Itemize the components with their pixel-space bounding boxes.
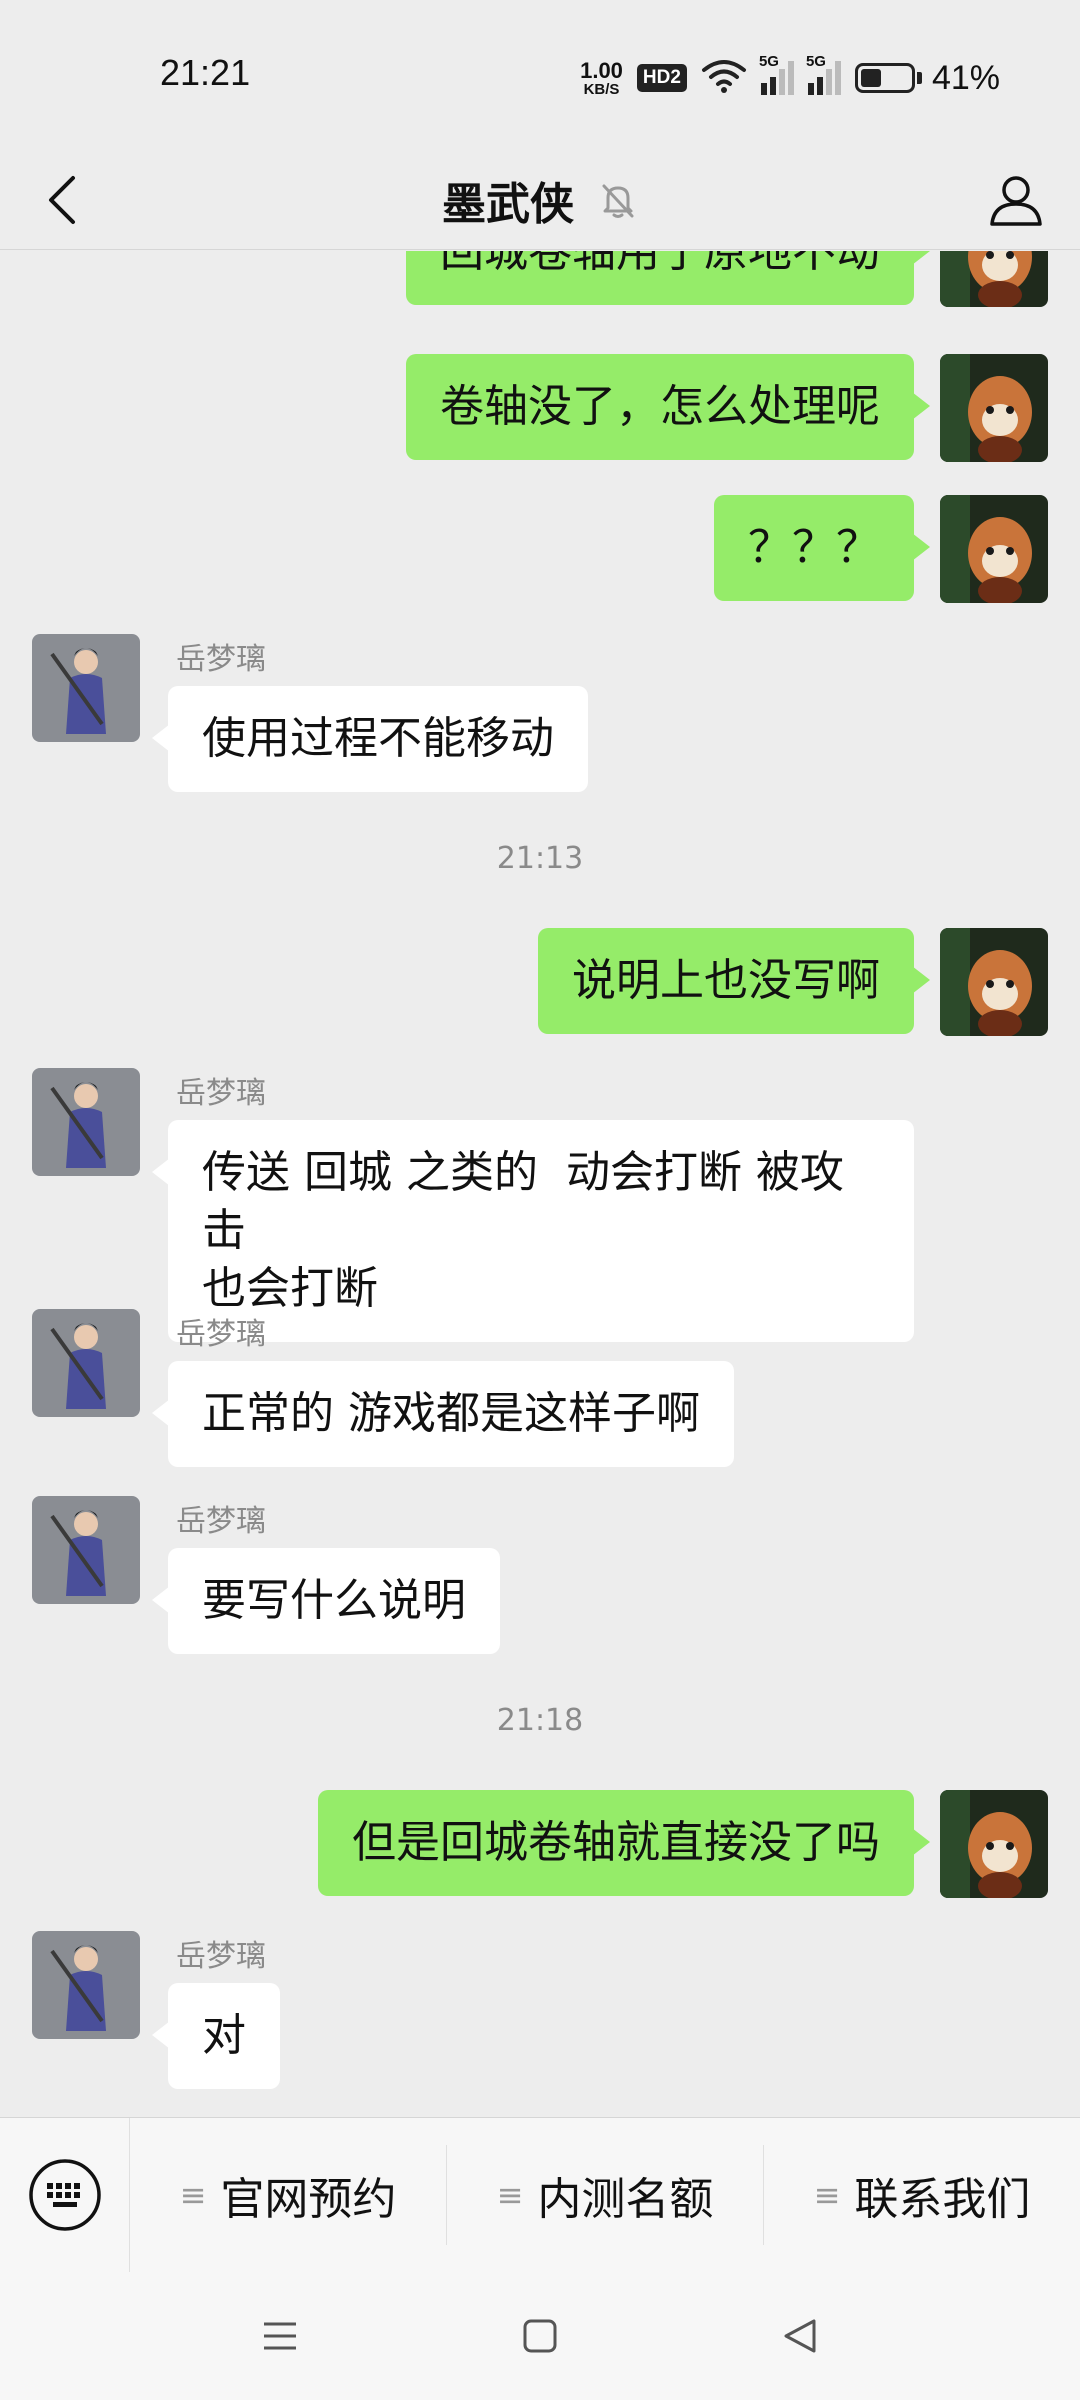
nav-back-icon[interactable] xyxy=(780,2316,820,2356)
menu-item-label: 官网预约 xyxy=(220,2174,397,2225)
chat-info-button[interactable] xyxy=(980,164,1052,236)
red-panda-avatar-image xyxy=(940,495,1048,603)
menu-item-label: 内测名额 xyxy=(537,2174,714,2225)
signal-icon-sim1: 5G xyxy=(759,53,794,95)
message-incoming: 岳梦璃 要写什么说明 xyxy=(32,1496,500,1654)
my-avatar[interactable] xyxy=(940,495,1048,603)
red-panda-avatar-image xyxy=(940,251,1048,307)
message-incoming: 岳梦璃 对 xyxy=(32,1931,280,2089)
menu-lines-icon: ≡ xyxy=(179,2176,207,2214)
my-avatar[interactable] xyxy=(940,1790,1048,1898)
system-navigation-bar xyxy=(0,2272,1080,2400)
message-list[interactable]: 回城卷轴用了原地不动 卷轴没了，怎么处理呢 ？？？ 岳梦璃 使用过程不能移动 2… xyxy=(0,251,1080,2117)
message-outgoing: 回城卷轴用了原地不动 xyxy=(406,251,1048,307)
incoming-content: 岳梦璃 传送 回城 之类的 动会打断 被攻击 也会打断 xyxy=(152,1068,914,1342)
sender-name: 岳梦璃 xyxy=(176,1317,266,1352)
warrior-avatar-image xyxy=(32,634,140,742)
network-speed-unit: KB/S xyxy=(583,80,620,98)
red-panda-avatar-image xyxy=(940,928,1048,1036)
status-time: 21:21 xyxy=(160,52,251,93)
menu-lines-icon: ≡ xyxy=(496,2176,524,2214)
contact-avatar[interactable] xyxy=(32,1309,140,1417)
message-bubble[interactable]: 使用过程不能移动 xyxy=(152,686,588,792)
contact-avatar[interactable] xyxy=(32,1068,140,1176)
message-bubble[interactable]: 正常的 游戏都是这样子啊 xyxy=(152,1361,734,1467)
status-icons: 1.00 KB/S HD2 5G 5G 41% xyxy=(580,53,1000,102)
profile-icon xyxy=(990,176,1042,226)
message-outgoing: ？？？ xyxy=(714,495,1048,603)
my-avatar[interactable] xyxy=(940,251,1048,307)
battery-percent: 41% xyxy=(931,58,1000,97)
wifi-icon xyxy=(701,58,747,98)
menu-lines-icon: ≡ xyxy=(813,2176,841,2214)
message-bubble[interactable]: 回城卷轴用了原地不动 xyxy=(406,251,930,305)
message-bubble[interactable]: 要写什么说明 xyxy=(152,1548,500,1654)
contact-avatar[interactable] xyxy=(32,1931,140,2039)
timestamp: 21:13 xyxy=(496,841,584,876)
message-outgoing: 但是回城卷轴就直接没了吗 xyxy=(318,1790,1048,1898)
my-avatar[interactable] xyxy=(940,354,1048,462)
hd-voice-icon: HD2 xyxy=(636,64,687,92)
my-avatar[interactable] xyxy=(940,928,1048,1036)
message-bubble[interactable]: 卷轴没了，怎么处理呢 xyxy=(406,354,930,460)
contact-avatar[interactable] xyxy=(32,634,140,742)
incoming-content: 岳梦璃 对 xyxy=(152,1931,280,2089)
keyboard-toggle-button[interactable] xyxy=(0,2117,130,2273)
warrior-avatar-image xyxy=(32,1309,140,1417)
message-bubble[interactable]: ？？？ xyxy=(714,495,930,601)
menu-item-official-reservation[interactable]: ≡ 官网预约 xyxy=(130,2145,447,2245)
network-speed: 1.00 KB/S xyxy=(580,57,623,98)
message-bubble[interactable]: 对 xyxy=(152,1983,280,2089)
message-outgoing: 卷轴没了，怎么处理呢 xyxy=(406,354,1048,462)
message-bubble[interactable]: 但是回城卷轴就直接没了吗 xyxy=(318,1790,930,1896)
warrior-avatar-image xyxy=(32,1068,140,1176)
message-incoming: 岳梦璃 正常的 游戏都是这样子啊 xyxy=(32,1309,734,1467)
menu-item-contact-us[interactable]: ≡ 联系我们 xyxy=(764,2145,1080,2245)
menu-item-label: 联系我们 xyxy=(854,2174,1031,2225)
signal-label-sim2: 5G xyxy=(805,53,826,70)
chat-screen: 21:21 1.00 KB/S HD2 5G 5G 41% 墨武侠 回城卷轴用了… xyxy=(0,0,1080,2400)
status-bar: 21:21 1.00 KB/S HD2 5G 5G 41% xyxy=(0,0,1080,150)
warrior-avatar-image xyxy=(32,1931,140,2039)
page-title: 墨武侠 xyxy=(442,179,574,230)
keyboard-icon xyxy=(28,2159,101,2231)
incoming-content: 岳梦璃 使用过程不能移动 xyxy=(152,634,588,792)
menu-item-beta-quota[interactable]: ≡ 内测名额 xyxy=(447,2145,764,2245)
timestamp: 21:18 xyxy=(496,1703,584,1738)
battery-indicator: 41% xyxy=(854,58,1000,98)
sender-name: 岳梦璃 xyxy=(176,1939,266,1974)
message-incoming: 岳梦璃 传送 回城 之类的 动会打断 被攻击 也会打断 xyxy=(32,1068,914,1342)
sender-name: 岳梦璃 xyxy=(176,1504,266,1539)
red-panda-avatar-image xyxy=(940,1790,1048,1898)
message-incoming: 岳梦璃 使用过程不能移动 xyxy=(32,634,588,792)
incoming-content: 岳梦璃 要写什么说明 xyxy=(152,1496,500,1654)
official-account-menu: ≡ 官网预约 ≡ 内测名额 ≡ 联系我们 xyxy=(0,2117,1080,2273)
red-panda-avatar-image xyxy=(940,354,1048,462)
message-outgoing: 说明上也没写啊 xyxy=(538,928,1048,1036)
contact-avatar[interactable] xyxy=(32,1496,140,1604)
title-wrap: 墨武侠 xyxy=(0,150,1080,250)
network-speed-value: 1.00 xyxy=(580,57,623,83)
warrior-avatar-image xyxy=(32,1496,140,1604)
nav-menu-icon[interactable] xyxy=(260,2316,300,2356)
incoming-content: 岳梦璃 正常的 游戏都是这样子啊 xyxy=(152,1309,734,1467)
message-bubble[interactable]: 说明上也没写啊 xyxy=(538,928,930,1034)
signal-icon-sim2: 5G xyxy=(806,53,841,95)
signal-label-sim1: 5G xyxy=(758,53,779,70)
nav-home-icon[interactable] xyxy=(520,2316,560,2356)
sender-name: 岳梦璃 xyxy=(176,1076,266,1111)
sender-name: 岳梦璃 xyxy=(176,642,266,677)
chat-header: 墨武侠 xyxy=(0,150,1080,250)
battery-icon xyxy=(854,63,915,93)
mute-bell-icon xyxy=(602,184,634,218)
